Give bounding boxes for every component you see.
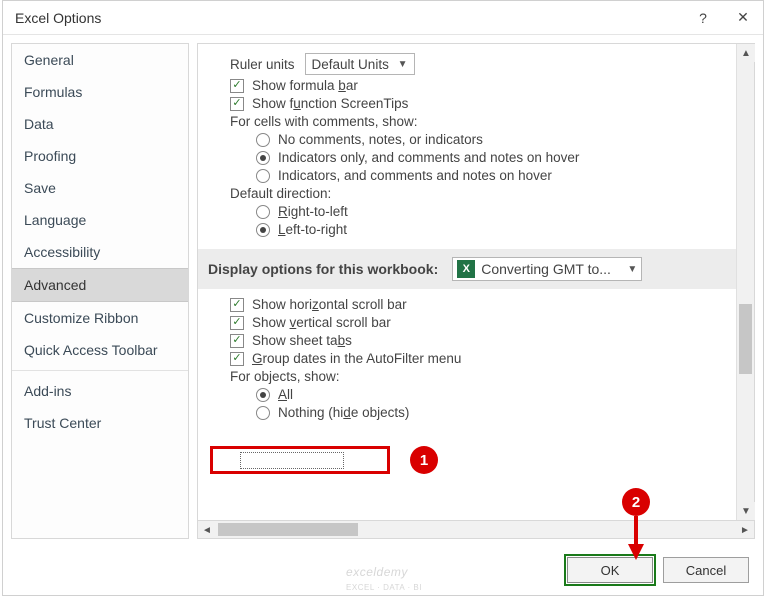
workbook-select[interactable]: X Converting GMT to... ▼ bbox=[452, 257, 642, 281]
hscroll-thumb[interactable] bbox=[218, 523, 358, 536]
sidebar-item-data[interactable]: Data bbox=[12, 108, 188, 140]
hscroll-track[interactable] bbox=[216, 521, 736, 538]
sidebar-item-formulas[interactable]: Formulas bbox=[12, 76, 188, 108]
close-button[interactable]: ✕ bbox=[723, 1, 763, 35]
sidebar-item-save[interactable]: Save bbox=[12, 172, 188, 204]
objects-nothing[interactable]: Nothing (hide objects) bbox=[208, 405, 726, 420]
scroll-thumb[interactable] bbox=[739, 304, 752, 374]
checkbox-icon bbox=[230, 352, 244, 366]
show-function-screentips-label: Show function ScreenTips bbox=[252, 96, 408, 111]
content-pane: Ruler units Default Units ▼ Show formula… bbox=[198, 44, 736, 520]
checkbox-icon bbox=[230, 334, 244, 348]
sidebar: General Formulas Data Proofing Save Lang… bbox=[11, 43, 189, 539]
vertical-scrollbar[interactable]: ▲ ▼ bbox=[736, 44, 754, 520]
sidebar-item-proofing[interactable]: Proofing bbox=[12, 140, 188, 172]
show-hscroll-row[interactable]: Show horizontal scroll bar bbox=[208, 297, 726, 312]
close-icon: ✕ bbox=[737, 9, 749, 26]
objects-all-label: All bbox=[278, 387, 293, 402]
comments-opt-indicators-always[interactable]: Indicators, and comments and notes on ho… bbox=[208, 168, 726, 183]
radio-icon bbox=[256, 223, 270, 237]
show-vscroll-label: Show vertical scroll bar bbox=[252, 315, 391, 330]
objects-heading: For objects, show: bbox=[208, 369, 726, 384]
titlebar: Excel Options ? ✕ bbox=[3, 1, 763, 35]
section-display-workbook: Display options for this workbook: X Con… bbox=[198, 249, 736, 289]
show-sheet-tabs-label: Show sheet tabs bbox=[252, 333, 352, 348]
direction-rtl-label: Right-to-left bbox=[278, 204, 348, 219]
horizontal-scrollbar[interactable]: ◄ ► bbox=[197, 521, 755, 539]
excel-file-icon: X bbox=[457, 260, 475, 278]
annotation-callout-1: 1 bbox=[410, 446, 438, 474]
checkbox-icon bbox=[230, 79, 244, 93]
ruler-units-row: Ruler units Default Units ▼ bbox=[208, 53, 726, 75]
sidebar-item-customize-ribbon[interactable]: Customize Ribbon bbox=[12, 302, 188, 334]
content-scroll: Ruler units Default Units ▼ Show formula… bbox=[197, 43, 755, 521]
annotation-redbox-sheet-tabs bbox=[210, 446, 390, 474]
radio-icon bbox=[256, 169, 270, 183]
radio-icon bbox=[256, 406, 270, 420]
cancel-button[interactable]: Cancel bbox=[663, 557, 749, 583]
comments-opt-none[interactable]: No comments, notes, or indicators bbox=[208, 132, 726, 147]
excel-options-dialog: Excel Options ? ✕ General Formulas Data … bbox=[2, 0, 764, 596]
scroll-down-icon[interactable]: ▼ bbox=[737, 502, 755, 520]
chevron-down-icon: ▼ bbox=[392, 59, 408, 70]
direction-heading: Default direction: bbox=[208, 186, 726, 201]
objects-all[interactable]: All bbox=[208, 387, 726, 402]
ruler-units-label: Ruler units bbox=[230, 57, 295, 72]
scroll-right-icon[interactable]: ► bbox=[736, 521, 754, 539]
help-icon: ? bbox=[699, 10, 707, 26]
show-vscroll-row[interactable]: Show vertical scroll bar bbox=[208, 315, 726, 330]
comments-opt-indicators-hover[interactable]: Indicators only, and comments and notes … bbox=[208, 150, 726, 165]
sidebar-item-add-ins[interactable]: Add-ins bbox=[12, 375, 188, 407]
comments-heading: For cells with comments, show: bbox=[208, 114, 726, 129]
help-button[interactable]: ? bbox=[683, 1, 723, 35]
direction-ltr-label: Left-to-right bbox=[278, 222, 347, 237]
show-formula-bar-label: Show formula bar bbox=[252, 78, 358, 93]
checkbox-icon bbox=[230, 97, 244, 111]
sidebar-item-trust-center[interactable]: Trust Center bbox=[12, 407, 188, 439]
dialog-footer: OK Cancel bbox=[3, 547, 763, 595]
direction-ltr[interactable]: Left-to-right bbox=[208, 222, 726, 237]
main-area: General Formulas Data Proofing Save Lang… bbox=[3, 35, 763, 547]
sidebar-item-accessibility[interactable]: Accessibility bbox=[12, 236, 188, 268]
radio-icon bbox=[256, 151, 270, 165]
show-function-screentips-row[interactable]: Show function ScreenTips bbox=[208, 96, 726, 111]
direction-rtl[interactable]: Right-to-left bbox=[208, 204, 726, 219]
radio-icon bbox=[256, 133, 270, 147]
sidebar-item-general[interactable]: General bbox=[12, 44, 188, 76]
dialog-title: Excel Options bbox=[15, 10, 683, 26]
objects-nothing-label: Nothing (hide objects) bbox=[278, 405, 409, 420]
scroll-left-icon[interactable]: ◄ bbox=[198, 521, 216, 539]
content-wrap: Ruler units Default Units ▼ Show formula… bbox=[197, 43, 755, 539]
sidebar-item-advanced[interactable]: Advanced bbox=[12, 268, 188, 302]
group-dates-label: Group dates in the AutoFilter menu bbox=[252, 351, 461, 366]
sidebar-item-language[interactable]: Language bbox=[12, 204, 188, 236]
ruler-units-select[interactable]: Default Units ▼ bbox=[305, 53, 415, 75]
scroll-up-icon[interactable]: ▲ bbox=[737, 44, 755, 62]
ok-button[interactable]: OK bbox=[567, 557, 653, 583]
annotation-focus-sheet-tabs bbox=[240, 452, 344, 469]
radio-icon bbox=[256, 205, 270, 219]
checkbox-icon bbox=[230, 316, 244, 330]
checkbox-icon bbox=[230, 298, 244, 312]
chevron-down-icon: ▼ bbox=[621, 264, 637, 275]
sidebar-item-quick-access-toolbar[interactable]: Quick Access Toolbar bbox=[12, 334, 188, 366]
show-sheet-tabs-row[interactable]: Show sheet tabs bbox=[208, 333, 726, 348]
show-formula-bar-row[interactable]: Show formula bar bbox=[208, 78, 726, 93]
group-dates-row[interactable]: Group dates in the AutoFilter menu bbox=[208, 351, 726, 366]
show-hscroll-label: Show horizontal scroll bar bbox=[252, 297, 407, 312]
sidebar-separator bbox=[12, 370, 188, 371]
radio-icon bbox=[256, 388, 270, 402]
workbook-name: Converting GMT to... bbox=[481, 261, 611, 277]
ruler-units-value: Default Units bbox=[312, 57, 389, 72]
